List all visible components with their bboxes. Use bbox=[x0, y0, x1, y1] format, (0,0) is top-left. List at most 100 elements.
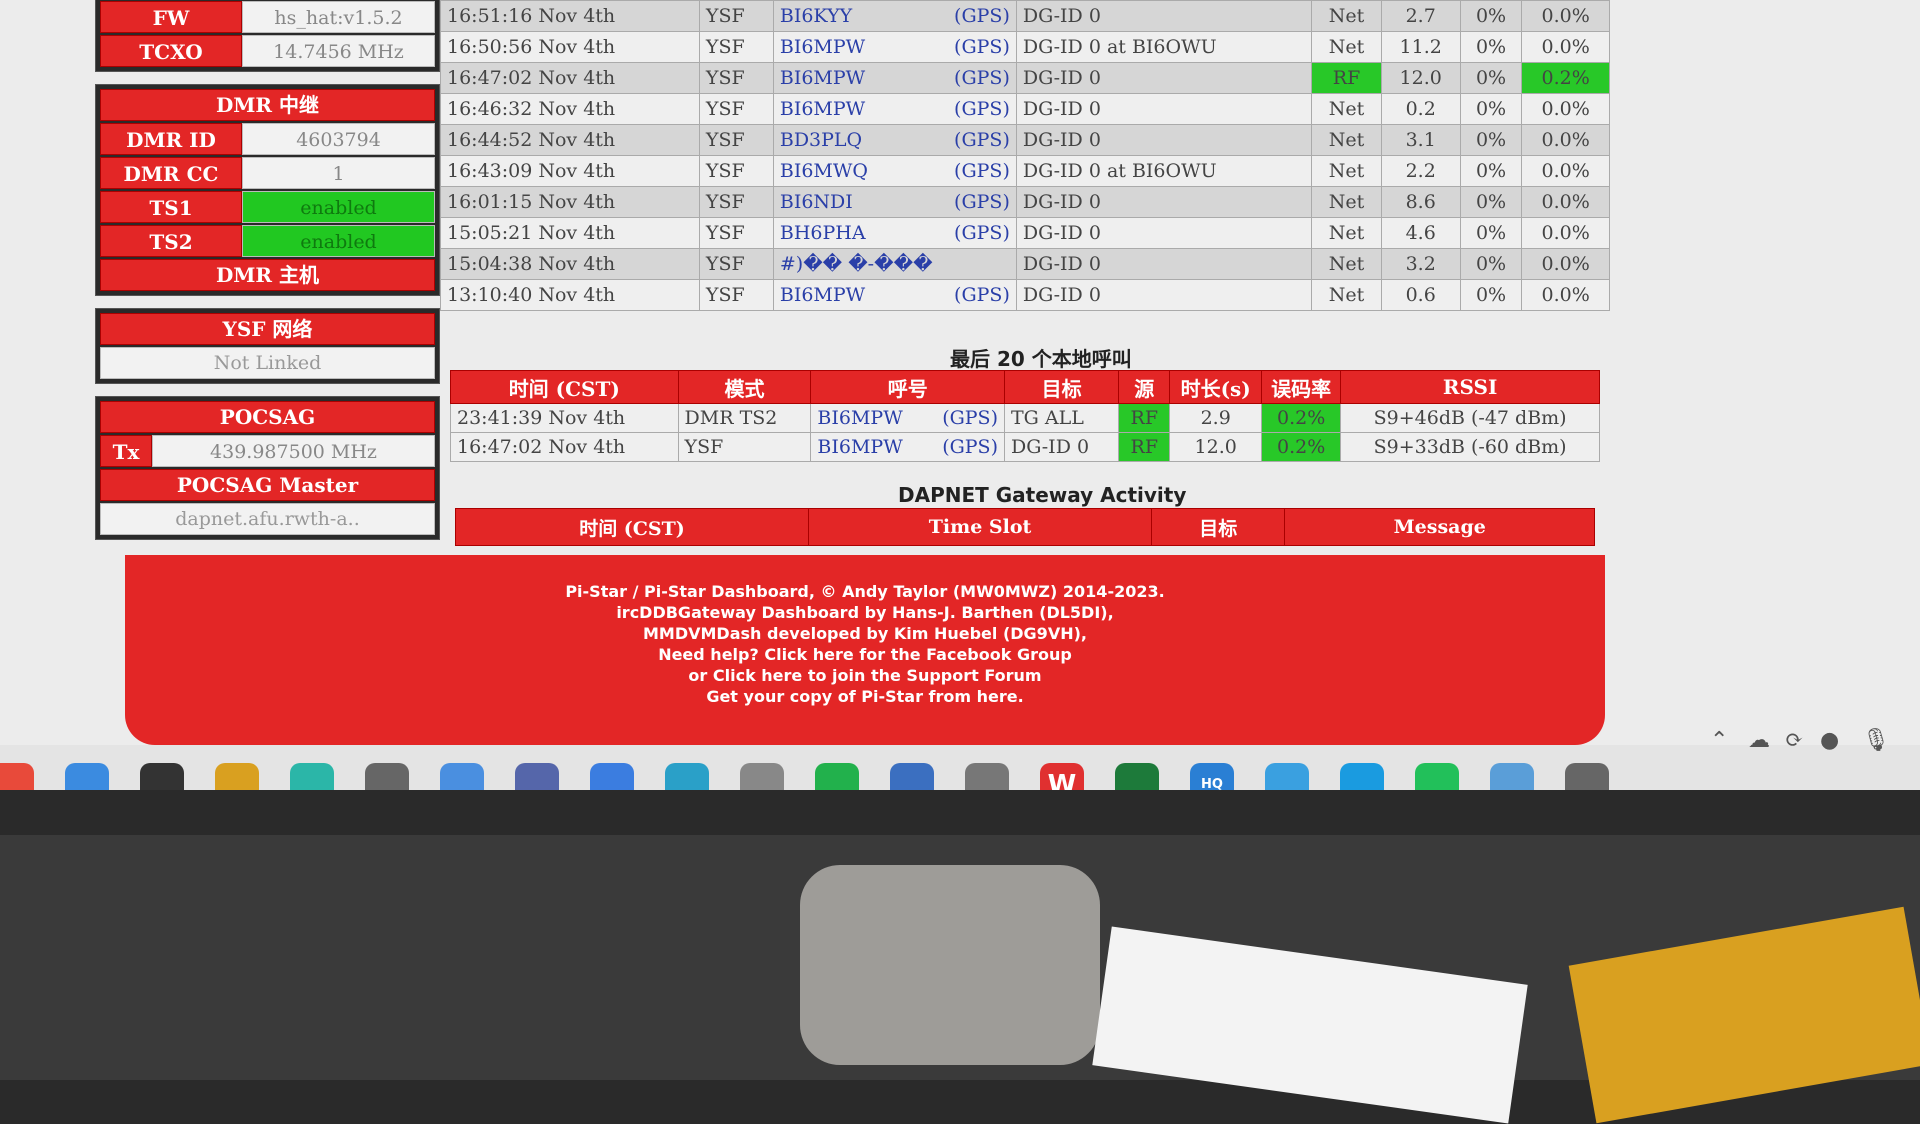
callsign-link[interactable]: #)�� �-��� bbox=[780, 253, 933, 275]
col-target-header: 目标 bbox=[1003, 370, 1120, 404]
pocsag-tx-label: Tx bbox=[100, 435, 152, 467]
support-forum-link[interactable]: or Click here to join the Support Forum bbox=[125, 665, 1605, 686]
history-loss: 0% bbox=[1459, 31, 1523, 63]
history-target: DG-ID 0 bbox=[1015, 0, 1313, 32]
callsign-link[interactable]: BI6NDI bbox=[780, 191, 853, 213]
gps-link[interactable]: (GPS) bbox=[942, 407, 998, 429]
tcxo-label: TCXO bbox=[100, 35, 242, 67]
history-row: 16:47:02 Nov 4th YSF BI6MPW (GPS) DG-ID 0 RF 1… bbox=[440, 62, 1610, 94]
wps-icon[interactable]: W bbox=[1040, 763, 1084, 790]
gps-link[interactable]: (GPS) bbox=[954, 160, 1010, 182]
gps-link[interactable]: (GPS) bbox=[942, 436, 998, 458]
history-callsign[interactable]: BI6MWQ (GPS) bbox=[772, 155, 1017, 187]
history-callsign[interactable]: #)�� �-��� bbox=[772, 248, 1017, 280]
callsign-link[interactable]: BI6KYY bbox=[780, 5, 852, 27]
edge-icon[interactable] bbox=[1340, 763, 1384, 790]
fw-value: hs_hat:v1.5.2 bbox=[242, 1, 435, 33]
chrome-icon[interactable] bbox=[0, 763, 34, 790]
history-row: 16:50:56 Nov 4th YSF BI6MPW (GPS) DG-ID 0 at… bbox=[440, 31, 1610, 63]
local-rssi: S9+33dB (-60 dBm) bbox=[1340, 432, 1600, 462]
qq-icon[interactable]: ● bbox=[1820, 728, 1839, 753]
dmr-cc-label: DMR CC bbox=[100, 157, 242, 189]
history-callsign[interactable]: BI6KYY (GPS) bbox=[772, 0, 1017, 32]
gps-link[interactable]: (GPS) bbox=[954, 191, 1010, 213]
infinity-icon[interactable] bbox=[290, 763, 334, 790]
messenger-icon[interactable] bbox=[1415, 763, 1459, 790]
chemistry-icon[interactable] bbox=[515, 763, 559, 790]
history-source: Net bbox=[1311, 248, 1382, 280]
callsign-link[interactable]: BI6MPW bbox=[780, 36, 865, 58]
callsign-link[interactable]: BD3PLQ bbox=[780, 129, 862, 151]
settings-icon[interactable] bbox=[1565, 763, 1609, 790]
history-loss: 0% bbox=[1459, 93, 1523, 125]
history-row: 16:44:52 Nov 4th YSF BD3PLQ (GPS) DG-ID 0 Net… bbox=[440, 124, 1610, 156]
drone-icon[interactable] bbox=[965, 763, 1009, 790]
notepad-icon[interactable] bbox=[590, 763, 634, 790]
monitor-icon[interactable] bbox=[1490, 763, 1534, 790]
wechat-icon[interactable] bbox=[815, 763, 859, 790]
callsign-link[interactable]: BI6MWQ bbox=[780, 160, 868, 182]
microphone-icon[interactable]: 🎙 bbox=[1862, 728, 1890, 753]
history-source: Net bbox=[1311, 124, 1382, 156]
history-callsign[interactable]: BH6PHA (GPS) bbox=[772, 217, 1017, 249]
pocsag-panel: POCSAG Tx 439.987500 MHz POCSAG Master da… bbox=[95, 396, 440, 540]
reader-icon[interactable] bbox=[740, 763, 784, 790]
history-mode: YSF bbox=[698, 186, 774, 218]
history-mode: YSF bbox=[698, 279, 774, 311]
gps-link[interactable]: (GPS) bbox=[954, 67, 1010, 89]
ysf-status: Not Linked bbox=[100, 347, 435, 379]
tablet-icon[interactable] bbox=[890, 763, 934, 790]
yellow-package bbox=[1568, 906, 1920, 1124]
cloud-pro-icon[interactable] bbox=[65, 763, 109, 790]
history-callsign[interactable]: BI6MPW (GPS) bbox=[772, 93, 1017, 125]
chevron-up-icon[interactable]: ⌃ bbox=[1710, 728, 1728, 753]
history-source: Net bbox=[1311, 0, 1382, 32]
callsign-link[interactable]: BI6MPW bbox=[780, 67, 865, 89]
dapnet-table: 时间 (CST) Time Slot 目标 Message bbox=[455, 508, 1595, 546]
gps-link[interactable]: (GPS) bbox=[954, 284, 1010, 306]
gps-link[interactable]: (GPS) bbox=[954, 98, 1010, 120]
excel-icon[interactable] bbox=[1115, 763, 1159, 790]
col-mode-header: 模式 bbox=[677, 370, 812, 404]
local-src: RF bbox=[1118, 432, 1171, 462]
cloud-sync-icon[interactable] bbox=[440, 763, 484, 790]
history-mode: YSF bbox=[698, 0, 774, 32]
dmr-id-value: 4603794 bbox=[242, 123, 435, 155]
callsign-link[interactable]: BI6MPW bbox=[780, 98, 865, 120]
callsign-link[interactable]: BI6MPW bbox=[780, 284, 865, 306]
chatgpt-icon[interactable] bbox=[665, 763, 709, 790]
history-ber: 0.0% bbox=[1521, 155, 1610, 187]
history-row: 16:51:16 Nov 4th YSF BI6KYY (GPS) DG-ID 0 Net… bbox=[440, 0, 1610, 32]
cloud-icon[interactable]: ☁ bbox=[1748, 728, 1770, 753]
photos-icon[interactable] bbox=[1265, 763, 1309, 790]
gps-link[interactable]: (GPS) bbox=[954, 5, 1010, 27]
download-link[interactable]: Get your copy of Pi-Star from here. bbox=[125, 686, 1605, 707]
ysf-panel: YSF 网络 Not Linked bbox=[95, 308, 440, 384]
fw-row: FW hs_hat:v1.5.2 bbox=[100, 1, 435, 33]
gps-link[interactable]: (GPS) bbox=[954, 222, 1010, 244]
sync-icon[interactable]: ⟳ bbox=[1785, 728, 1803, 753]
gps-link[interactable]: (GPS) bbox=[954, 36, 1010, 58]
col-callsign-header: 呼号 bbox=[810, 370, 1005, 404]
tcxo-row: TCXO 14.7456 MHz bbox=[100, 35, 435, 67]
footer-mmdvmdash: MMDVMDash developed by Kim Huebel (DG9VH… bbox=[643, 624, 1087, 643]
callsign-link[interactable]: BI6MPW bbox=[817, 407, 902, 429]
gps-link[interactable]: (GPS) bbox=[954, 129, 1010, 151]
hq-dfm-icon[interactable]: HQ DFM bbox=[1190, 763, 1234, 790]
history-callsign[interactable]: BD3PLQ (GPS) bbox=[772, 124, 1017, 156]
local-call[interactable]: BI6MPW (GPS) bbox=[810, 432, 1005, 462]
history-callsign[interactable]: BI6MPW (GPS) bbox=[772, 62, 1017, 94]
plastic-bag bbox=[800, 865, 1100, 1065]
callsign-link[interactable]: BI6MPW bbox=[817, 436, 902, 458]
history-ber: 0.0% bbox=[1521, 31, 1610, 63]
local-call[interactable]: BI6MPW (GPS) bbox=[810, 403, 1005, 433]
history-callsign[interactable]: BI6MPW (GPS) bbox=[772, 31, 1017, 63]
winrar-icon[interactable] bbox=[215, 763, 259, 790]
terminal-icon[interactable] bbox=[140, 763, 184, 790]
history-callsign[interactable]: BI6NDI (GPS) bbox=[772, 186, 1017, 218]
callsign-link[interactable]: BH6PHA bbox=[780, 222, 866, 244]
camera-icon[interactable] bbox=[365, 763, 409, 790]
history-row: 15:05:21 Nov 4th YSF BH6PHA (GPS) DG-ID 0 Net… bbox=[440, 217, 1610, 249]
history-callsign[interactable]: BI6MPW (GPS) bbox=[772, 279, 1017, 311]
facebook-help-link[interactable]: Need help? Click here for the Facebook G… bbox=[125, 644, 1605, 665]
